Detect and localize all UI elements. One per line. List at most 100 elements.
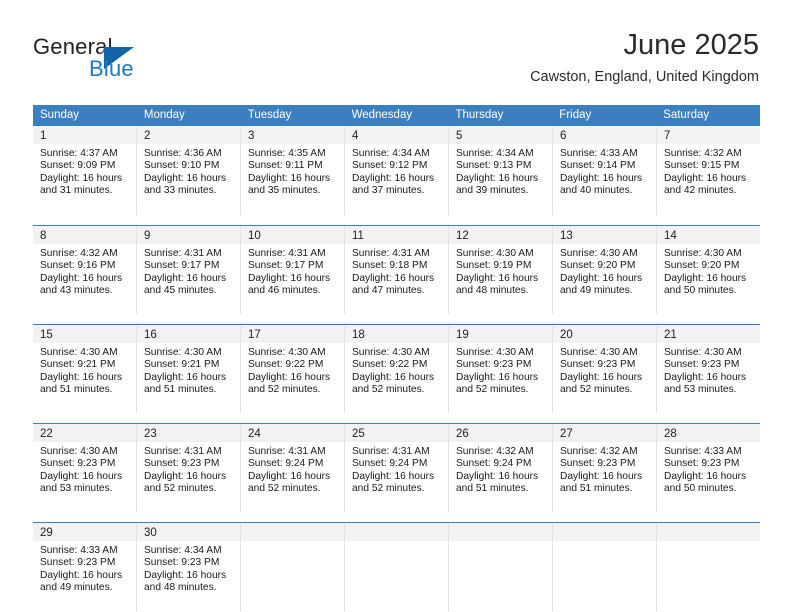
calendar-day-cell[interactable]: 29 Sunrise: 4:33 AM Sunset: 9:23 PM Dayligh… [33,523,137,611]
sunset-text: Sunset: 9:23 PM [144,458,220,470]
sunrise-text: Sunrise: 4:31 AM [248,446,326,457]
day-number: 10 [248,230,261,242]
calendar-day-cell[interactable]: 16 Sunrise: 4:30 AM Sunset: 9:21 PM Dayligh… [137,325,241,413]
daylight-text-line2: and 51 minutes. [560,483,633,495]
calendar-day-cell[interactable]: 21 Sunrise: 4:30 AM Sunset: 9:23 PM Dayligh… [657,325,760,413]
day-info: Sunrise: 4:30 AM Sunset: 9:21 PM Daylight:… [137,343,240,397]
day-number: 9 [144,230,151,242]
day-info [657,541,760,545]
calendar-day-cell[interactable]: 28 Sunrise: 4:33 AM Sunset: 9:23 PM Dayligh… [657,424,760,512]
sunrise-text: Sunrise: 4:34 AM [456,148,534,159]
sunset-text: Sunset: 9:23 PM [560,359,636,371]
calendar-day-cell[interactable]: 5 Sunrise: 4:34 AM Sunset: 9:13 PM Daylight… [449,126,553,215]
calendar-weeks: 1 Sunrise: 4:37 AM Sunset: 9:09 PM Daylight… [33,126,760,611]
day-number: 28 [664,428,677,440]
day-info: Sunrise: 4:30 AM Sunset: 9:22 PM Daylight:… [241,343,344,397]
sunrise-text: Sunrise: 4:30 AM [40,347,118,358]
calendar-day-cell[interactable]: 25 Sunrise: 4:31 AM Sunset: 9:24 PM Dayligh… [345,424,449,512]
sunrise-text: Sunrise: 4:30 AM [352,347,430,358]
daylight-text-line1: Daylight: 16 hours [456,470,539,482]
sunrise-text: Sunrise: 4:30 AM [456,248,534,259]
calendar-day-cell[interactable]: 17 Sunrise: 4:30 AM Sunset: 9:22 PM Dayligh… [241,325,345,413]
calendar-day-cell[interactable]: 24 Sunrise: 4:31 AM Sunset: 9:24 PM Dayligh… [241,424,345,512]
calendar-day-cell[interactable]: 7 Sunrise: 4:32 AM Sunset: 9:15 PM Daylight… [657,126,760,215]
day-number-band [657,523,760,541]
sunset-text: Sunset: 9:19 PM [456,260,532,272]
week-row-spacer [33,314,760,324]
calendar-day-cell[interactable]: 19 Sunrise: 4:30 AM Sunset: 9:23 PM Dayligh… [449,325,553,413]
sunrise-text: Sunrise: 4:31 AM [352,248,430,259]
sunset-text: Sunset: 9:18 PM [352,260,428,272]
daylight-text-line1: Daylight: 16 hours [352,371,435,383]
day-number: 20 [560,329,573,341]
sunrise-text: Sunrise: 4:30 AM [664,248,742,259]
day-number-band: 10 [241,226,344,244]
day-info: Sunrise: 4:31 AM Sunset: 9:23 PM Daylight:… [137,442,240,496]
daylight-text-line2: and 53 minutes. [40,483,113,495]
sunrise-text: Sunrise: 4:31 AM [352,446,430,457]
daylight-text-line2: and 42 minutes. [664,185,737,197]
calendar-day-cell[interactable]: 11 Sunrise: 4:31 AM Sunset: 9:18 PM Dayligh… [345,226,449,314]
calendar-day-cell[interactable]: 26 Sunrise: 4:32 AM Sunset: 9:24 PM Dayligh… [449,424,553,512]
daylight-text-line1: Daylight: 16 hours [144,172,227,184]
daylight-text-line2: and 35 minutes. [248,185,321,197]
calendar-day-cell[interactable]: 1 Sunrise: 4:37 AM Sunset: 9:09 PM Daylight… [33,126,137,215]
day-number: 4 [352,130,359,142]
day-info: Sunrise: 4:35 AM Sunset: 9:11 PM Daylight:… [241,144,344,198]
daylight-text-line2: and 51 minutes. [456,483,529,495]
calendar-day-cell[interactable]: 30 Sunrise: 4:34 AM Sunset: 9:23 PM Dayligh… [137,523,241,611]
sunrise-text: Sunrise: 4:37 AM [40,148,118,159]
daylight-text-line2: and 51 minutes. [40,384,113,396]
sunset-text: Sunset: 9:20 PM [664,260,740,272]
calendar-day-cell-empty [345,523,449,611]
sunset-text: Sunset: 9:14 PM [560,160,636,172]
day-info: Sunrise: 4:30 AM Sunset: 9:23 PM Daylight:… [449,343,552,397]
calendar-day-cell[interactable]: 13 Sunrise: 4:30 AM Sunset: 9:20 PM Dayligh… [553,226,657,314]
sunrise-text: Sunrise: 4:30 AM [456,347,534,358]
sunrise-text: Sunrise: 4:36 AM [144,148,222,159]
day-info: Sunrise: 4:34 AM Sunset: 9:12 PM Daylight:… [345,144,448,198]
day-info: Sunrise: 4:32 AM Sunset: 9:24 PM Daylight:… [449,442,552,496]
day-number: 19 [456,329,469,341]
calendar-day-cell-empty [449,523,553,611]
day-number-band: 24 [241,424,344,442]
calendar-day-cell[interactable]: 15 Sunrise: 4:30 AM Sunset: 9:21 PM Dayligh… [33,325,137,413]
day-number: 3 [248,130,255,142]
logo-text-blue: Blue [89,56,134,81]
sunset-text: Sunset: 9:17 PM [144,260,220,272]
calendar-day-cell[interactable]: 9 Sunrise: 4:31 AM Sunset: 9:17 PM Daylight… [137,226,241,314]
calendar-day-cell[interactable]: 4 Sunrise: 4:34 AM Sunset: 9:12 PM Daylight… [345,126,449,215]
day-number-band: 23 [137,424,240,442]
day-number-band: 27 [553,424,656,442]
calendar-day-cell[interactable]: 20 Sunrise: 4:30 AM Sunset: 9:23 PM Dayligh… [553,325,657,413]
day-number-band [553,523,656,541]
sunset-text: Sunset: 9:23 PM [456,359,532,371]
daylight-text-line1: Daylight: 16 hours [352,172,435,184]
daylight-text-line1: Daylight: 16 hours [664,272,747,284]
calendar-day-cell[interactable]: 2 Sunrise: 4:36 AM Sunset: 9:10 PM Daylight… [137,126,241,215]
calendar-day-cell[interactable]: 12 Sunrise: 4:30 AM Sunset: 9:19 PM Dayligh… [449,226,553,314]
calendar-day-cell[interactable]: 22 Sunrise: 4:30 AM Sunset: 9:23 PM Dayligh… [33,424,137,512]
day-number-band: 20 [553,325,656,343]
day-info: Sunrise: 4:37 AM Sunset: 9:09 PM Daylight:… [33,144,136,198]
daylight-text-line1: Daylight: 16 hours [664,172,747,184]
day-number: 5 [456,130,463,142]
day-number: 16 [144,329,157,341]
calendar-day-cell[interactable]: 3 Sunrise: 4:35 AM Sunset: 9:11 PM Daylight… [241,126,345,215]
day-number-band [241,523,344,541]
calendar-day-cell[interactable]: 18 Sunrise: 4:30 AM Sunset: 9:22 PM Dayligh… [345,325,449,413]
general-blue-logo[interactable]: General Blue [33,34,213,86]
calendar-day-cell[interactable]: 23 Sunrise: 4:31 AM Sunset: 9:23 PM Dayligh… [137,424,241,512]
day-number-band [449,523,552,541]
day-number-band: 6 [553,126,656,144]
day-number: 7 [664,130,671,142]
calendar-day-cell[interactable]: 8 Sunrise: 4:32 AM Sunset: 9:16 PM Daylight… [33,226,137,314]
calendar-day-cell[interactable]: 14 Sunrise: 4:30 AM Sunset: 9:20 PM Dayligh… [657,226,760,314]
day-info: Sunrise: 4:31 AM Sunset: 9:18 PM Daylight:… [345,244,448,298]
calendar-day-cell[interactable]: 27 Sunrise: 4:32 AM Sunset: 9:23 PM Dayligh… [553,424,657,512]
calendar-day-cell[interactable]: 10 Sunrise: 4:31 AM Sunset: 9:17 PM Dayligh… [241,226,345,314]
daylight-text-line2: and 50 minutes. [664,285,737,297]
daylight-text-line2: and 52 minutes. [248,483,321,495]
sunrise-text: Sunrise: 4:33 AM [560,148,638,159]
calendar-day-cell[interactable]: 6 Sunrise: 4:33 AM Sunset: 9:14 PM Daylight… [553,126,657,215]
